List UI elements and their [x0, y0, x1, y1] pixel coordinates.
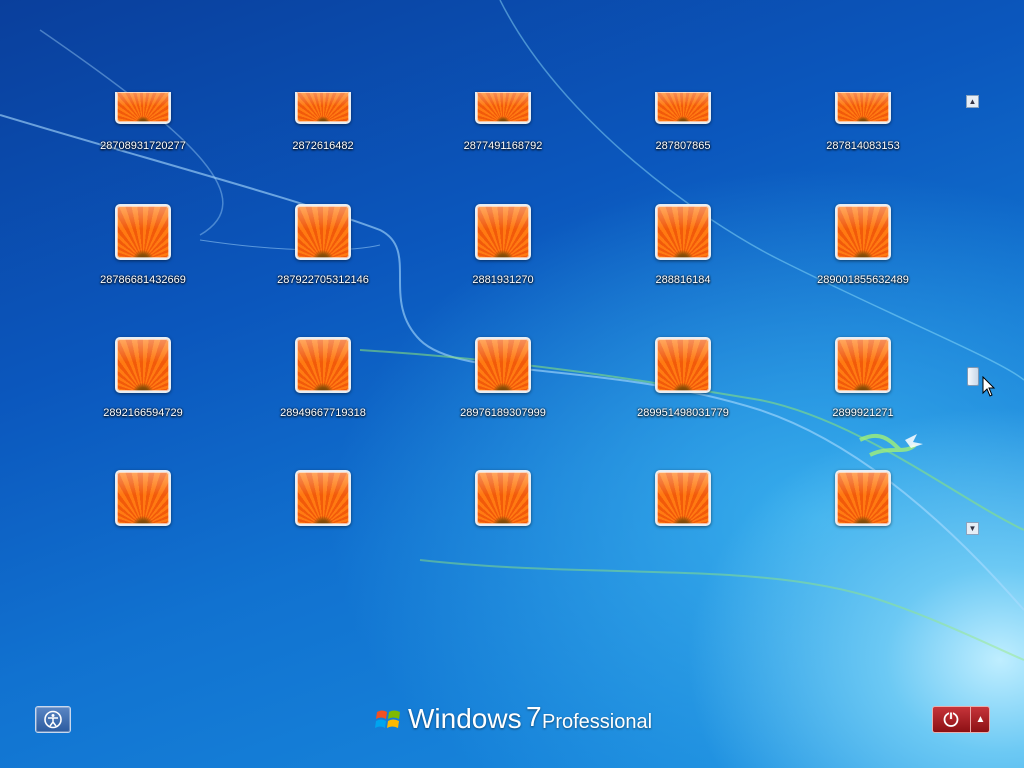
- user-picture: [115, 470, 171, 526]
- shutdown-button[interactable]: [933, 707, 969, 732]
- user-name: 2881931270: [472, 274, 534, 286]
- user-name: 287922705312146: [277, 274, 369, 286]
- user-name: 288816184: [655, 274, 711, 286]
- user-picture: [835, 470, 891, 526]
- user-picture: [115, 92, 171, 124]
- user-tile[interactable]: [233, 470, 413, 590]
- user-picture: [835, 92, 891, 124]
- user-name: 2872616482: [292, 140, 354, 152]
- user-tile[interactable]: 287807865: [593, 92, 773, 214]
- user-name: 287814083153: [826, 140, 900, 152]
- user-tile[interactable]: [593, 470, 773, 590]
- user-tile[interactable]: 2892166594729: [53, 337, 233, 457]
- user-tile[interactable]: 289951498031779: [593, 337, 773, 457]
- user-picture: [115, 204, 171, 260]
- user-picture: [475, 337, 531, 393]
- user-tile-grid: 28708931720277 2872616482 2877491168792 …: [0, 0, 1024, 768]
- user-name: 289001855632489: [817, 274, 909, 286]
- user-picture: [655, 337, 711, 393]
- user-tile[interactable]: 288816184: [593, 204, 773, 324]
- scroll-up-arrow-icon[interactable]: ▲: [966, 95, 979, 108]
- user-picture: [475, 204, 531, 260]
- windows-version: 7: [526, 701, 542, 732]
- user-picture: [475, 92, 531, 124]
- user-name: 289951498031779: [637, 407, 729, 419]
- windows-wordmark: Windows: [408, 703, 522, 734]
- user-picture: [295, 92, 351, 124]
- user-tile[interactable]: 2899921271: [773, 337, 953, 457]
- ease-of-access-button[interactable]: [35, 706, 71, 733]
- scroll-down-arrow-icon[interactable]: ▼: [966, 522, 979, 535]
- user-name: 2877491168792: [463, 140, 543, 152]
- user-picture: [835, 337, 891, 393]
- power-icon: [943, 712, 959, 727]
- user-picture: [295, 470, 351, 526]
- user-tile[interactable]: [773, 470, 953, 590]
- user-tile[interactable]: [413, 470, 593, 590]
- user-tile[interactable]: 28976189307999: [413, 337, 593, 457]
- user-name: 28708931720277: [100, 140, 186, 152]
- user-tile[interactable]: 2872616482: [233, 92, 413, 214]
- user-picture: [295, 337, 351, 393]
- user-name: 2892166594729: [103, 407, 183, 419]
- user-tile[interactable]: 28708931720277: [53, 92, 233, 214]
- user-name: 287807865: [655, 140, 711, 152]
- shutdown-options-button[interactable]: ▲: [970, 707, 989, 732]
- scrollbar-thumb[interactable]: [967, 367, 979, 386]
- mouse-cursor-icon: [982, 376, 996, 397]
- windows-edition: Professional: [542, 711, 653, 733]
- windows-logo-icon: [375, 710, 400, 728]
- user-picture: [835, 204, 891, 260]
- user-picture: [655, 92, 711, 124]
- user-name: 28976189307999: [460, 407, 546, 419]
- user-picture: [475, 470, 531, 526]
- shutdown-button-group: ▲: [932, 706, 990, 733]
- user-tile[interactable]: 287922705312146: [233, 204, 413, 324]
- user-picture: [295, 204, 351, 260]
- user-tile[interactable]: 2877491168792: [413, 92, 593, 214]
- user-tile[interactable]: 2881931270: [413, 204, 593, 324]
- user-picture: [655, 204, 711, 260]
- user-picture: [655, 470, 711, 526]
- user-tile[interactable]: 28786681432669: [53, 204, 233, 324]
- user-name: 2899921271: [832, 407, 894, 419]
- user-name: 28949667719318: [280, 407, 366, 419]
- user-name: 28786681432669: [100, 274, 186, 286]
- user-tile[interactable]: 287814083153: [773, 92, 953, 214]
- ease-of-access-icon: [44, 710, 62, 729]
- user-tile[interactable]: 289001855632489: [773, 204, 953, 324]
- user-tile[interactable]: [53, 470, 233, 590]
- user-tile[interactable]: 28949667719318: [233, 337, 413, 457]
- user-picture: [115, 337, 171, 393]
